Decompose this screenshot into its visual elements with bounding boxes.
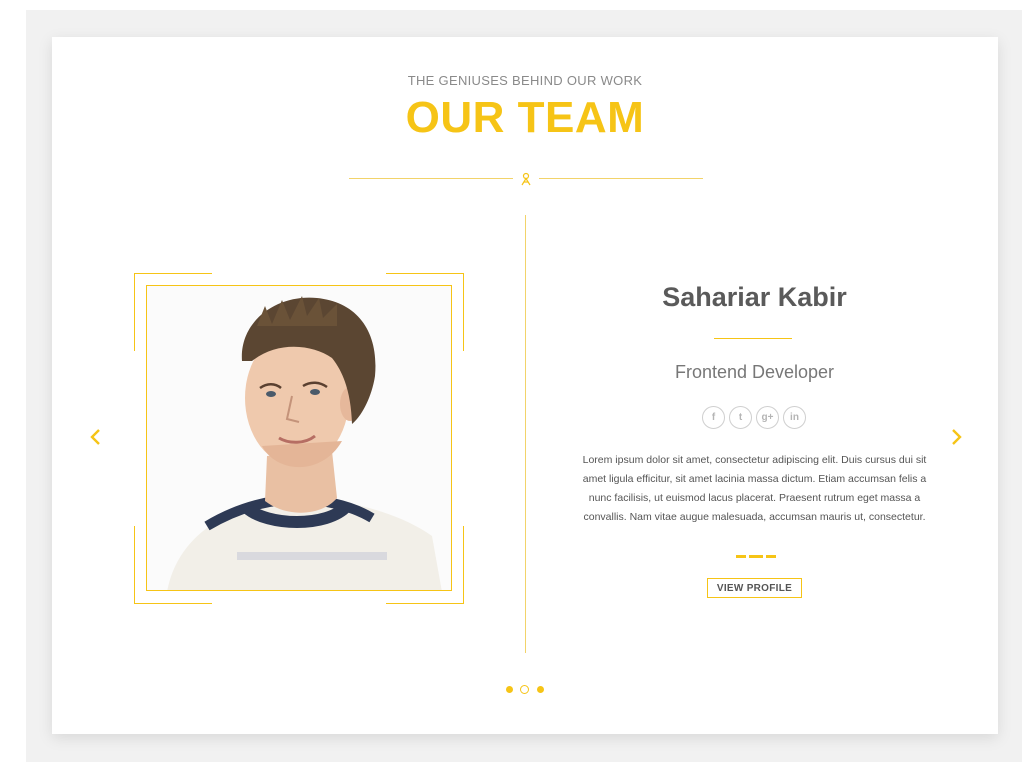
google-plus-icon[interactable]: g+ <box>756 406 779 429</box>
bio-divider <box>736 555 776 558</box>
chevron-right-icon <box>952 429 962 445</box>
bio-divider-dash <box>749 555 763 558</box>
section-title: OUR TEAM <box>405 93 645 142</box>
ornament-icon <box>521 172 531 186</box>
view-profile-button[interactable]: VIEW PROFILE <box>707 578 802 598</box>
section-eyebrow: THE GENIUSES BEHIND OUR WORK <box>407 73 643 88</box>
twitter-icon[interactable]: t <box>729 406 752 429</box>
member-photo <box>146 285 452 591</box>
bio-divider-dash <box>766 555 776 558</box>
name-underline <box>714 338 792 339</box>
team-section-card: THE GENIUSES BEHIND OUR WORK OUR TEAM Sa… <box>52 37 998 734</box>
title-divider <box>349 172 703 186</box>
bio-divider-dash <box>736 555 746 558</box>
member-bio: Lorem ipsum dolor sit amet, consectetur … <box>582 454 927 523</box>
member-portrait <box>147 286 451 590</box>
facebook-glyph: f <box>711 412 716 423</box>
vertical-separator <box>525 215 526 653</box>
social-links: f t g+ in <box>702 406 808 430</box>
carousel-pagination <box>506 684 546 696</box>
facebook-icon[interactable]: f <box>702 406 725 429</box>
member-name: Sahariar Kabir <box>662 282 847 312</box>
carousel-dot-3[interactable] <box>537 686 544 693</box>
chevron-left-icon <box>90 429 100 445</box>
member-role: Frontend Developer <box>674 362 835 382</box>
linkedin-glyph: in <box>790 412 799 423</box>
carousel-next-button[interactable] <box>948 427 964 447</box>
member-photo-frame <box>134 273 464 604</box>
linkedin-icon[interactable]: in <box>783 406 806 429</box>
carousel-dot-2-active[interactable] <box>520 685 529 694</box>
carousel-prev-button[interactable] <box>88 427 104 447</box>
twitter-glyph: t <box>738 412 743 423</box>
divider-line-left <box>349 178 513 179</box>
carousel-dot-1[interactable] <box>506 686 513 693</box>
divider-line-right <box>539 178 703 179</box>
google-plus-glyph: g+ <box>761 412 774 423</box>
